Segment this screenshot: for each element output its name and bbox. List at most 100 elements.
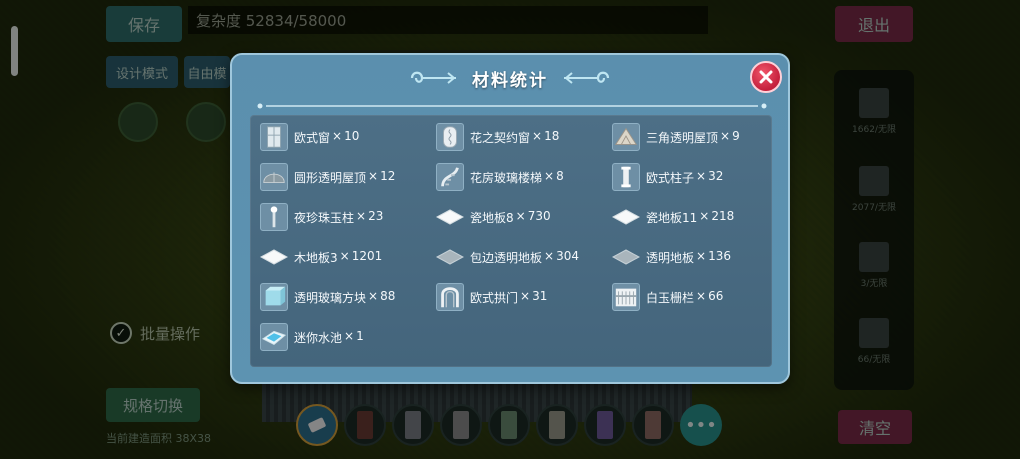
times-sign: ×	[544, 248, 555, 263]
material-item: 瓷地板11 × 218	[612, 203, 770, 231]
times-sign: ×	[696, 168, 707, 183]
material-item: 花之契约窗 × 18	[436, 123, 612, 151]
material-quantity: 23	[368, 208, 384, 223]
times-sign: ×	[696, 248, 707, 263]
times-sign: ×	[696, 288, 707, 303]
material-label: 夜珍珠玉柱 × 23	[294, 209, 383, 226]
material-name: 夜珍珠玉柱	[294, 210, 355, 225]
material-quantity: 66	[708, 288, 724, 303]
material-quantity: 1	[356, 328, 364, 343]
material-label: 花房玻璃楼梯 × 8	[470, 169, 564, 186]
times-sign: ×	[368, 168, 379, 183]
material-quantity: 12	[380, 168, 396, 183]
times-sign: ×	[532, 128, 543, 143]
material-quantity: 8	[556, 168, 564, 183]
times-sign: ×	[339, 248, 350, 263]
times-sign: ×	[332, 128, 343, 143]
glass-block-icon	[260, 283, 288, 311]
material-name: 花房玻璃楼梯	[470, 170, 543, 185]
material-item: 花房玻璃楼梯 × 8	[436, 163, 612, 191]
material-quantity: 10	[344, 128, 360, 143]
material-quantity: 136	[708, 248, 731, 263]
material-item: 迷你水池 × 1	[260, 323, 436, 351]
times-sign: ×	[699, 208, 710, 223]
material-item: 瓷地板8 × 730	[436, 203, 612, 231]
material-label: 三角透明屋顶 × 9	[646, 129, 740, 146]
material-item: 木地板3 × 1201	[260, 243, 436, 271]
material-name: 花之契约窗	[470, 130, 531, 145]
material-label: 透明地板 × 136	[646, 249, 731, 266]
times-sign: ×	[344, 328, 355, 343]
materials-panel: 欧式窗 × 10 花之契约窗 × 18 三角透明屋顶 × 9 圆形透明屋顶 × 12 花房玻璃楼梯 × 8 欧…	[250, 115, 772, 367]
material-item: 欧式柱子 × 32	[612, 163, 770, 191]
window-icon	[260, 123, 288, 151]
material-quantity: 18	[544, 128, 560, 143]
white-tile-icon	[260, 243, 288, 271]
arch-door-icon	[436, 283, 464, 311]
title-divider	[257, 103, 767, 109]
grey-tile-icon	[436, 243, 464, 271]
times-sign: ×	[520, 288, 531, 303]
material-label: 透明玻璃方块 × 88	[294, 289, 395, 306]
times-sign: ×	[356, 208, 367, 223]
material-name: 欧式拱门	[470, 290, 519, 305]
ornament-right-icon	[564, 71, 610, 84]
material-label: 欧式拱门 × 31	[470, 289, 547, 306]
pearl-pillar-icon	[260, 203, 288, 231]
material-item: 欧式窗 × 10	[260, 123, 436, 151]
material-quantity: 31	[532, 288, 548, 303]
material-item: 夜珍珠玉柱 × 23	[260, 203, 436, 231]
material-label: 瓷地板11 × 218	[646, 209, 734, 226]
material-label: 瓷地板8 × 730	[470, 209, 551, 226]
material-name: 瓷地板11	[646, 210, 698, 225]
material-item: 透明玻璃方块 × 88	[260, 283, 436, 311]
white-tile-icon	[612, 203, 640, 231]
material-label: 迷你水池 × 1	[294, 329, 364, 346]
material-item: 包边透明地板 × 304	[436, 243, 612, 271]
material-item: 三角透明屋顶 × 9	[612, 123, 770, 151]
material-quantity: 304	[556, 248, 579, 263]
material-item: 透明地板 × 136	[612, 243, 770, 271]
flower-window-icon	[436, 123, 464, 151]
material-item: 圆形透明屋顶 × 12	[260, 163, 436, 191]
material-quantity: 730	[527, 208, 551, 223]
material-label: 包边透明地板 × 304	[470, 249, 579, 266]
material-quantity: 1201	[351, 248, 383, 263]
material-name: 包边透明地板	[470, 250, 543, 265]
triangle-roof-icon	[612, 123, 640, 151]
material-quantity: 32	[708, 168, 724, 183]
material-label: 欧式窗 × 10	[294, 129, 359, 146]
material-label: 白玉栅栏 × 66	[646, 289, 723, 306]
material-quantity: 88	[380, 288, 396, 303]
material-name: 透明地板	[646, 250, 695, 265]
fence-icon	[612, 283, 640, 311]
times-sign: ×	[515, 208, 526, 223]
material-label: 欧式柱子 × 32	[646, 169, 723, 186]
material-name: 欧式柱子	[646, 170, 695, 185]
materials-grid: 欧式窗 × 10 花之契约窗 × 18 三角透明屋顶 × 9 圆形透明屋顶 × 12 花房玻璃楼梯 × 8 欧…	[260, 123, 770, 351]
dialog-title: 材料统计	[472, 70, 548, 91]
ornament-left-icon	[410, 71, 456, 84]
material-name: 瓷地板8	[470, 210, 514, 225]
material-item: 白玉栅栏 × 66	[612, 283, 770, 311]
material-item: 欧式拱门 × 31	[436, 283, 612, 311]
material-name: 迷你水池	[294, 330, 343, 345]
material-label: 木地板3 × 1201	[294, 249, 382, 266]
material-name: 透明玻璃方块	[294, 290, 367, 305]
times-sign: ×	[720, 128, 731, 143]
times-sign: ×	[368, 288, 379, 303]
material-name: 圆形透明屋顶	[294, 170, 367, 185]
pool-icon	[260, 323, 288, 351]
times-sign: ×	[544, 168, 555, 183]
pillar-icon	[612, 163, 640, 191]
material-stats-dialog: 材料统计 欧式窗 × 10 花之契约窗 × 18 三角透明屋顶 × 9 圆形透明屋顶 × 12 花房玻璃…	[230, 53, 790, 384]
material-label: 圆形透明屋顶 × 12	[294, 169, 395, 186]
grey-tile-icon	[612, 243, 640, 271]
material-name: 欧式窗	[294, 130, 331, 145]
white-tile-icon	[436, 203, 464, 231]
close-button[interactable]	[750, 61, 782, 93]
close-icon	[759, 70, 773, 84]
material-name: 三角透明屋顶	[646, 130, 719, 145]
material-name: 木地板3	[294, 250, 338, 265]
material-label: 花之契约窗 × 18	[470, 129, 559, 146]
